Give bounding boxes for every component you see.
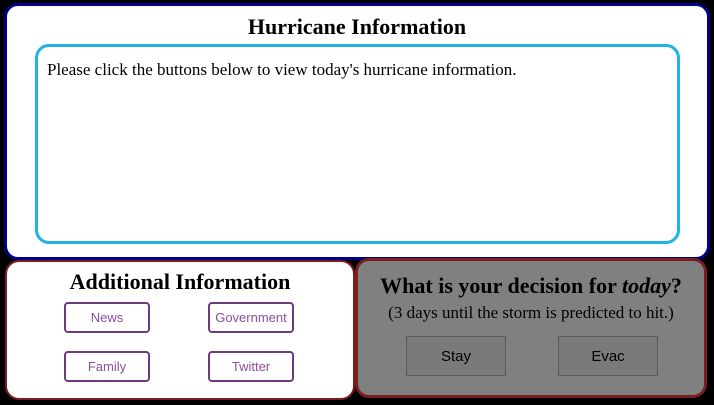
stay-button[interactable]: Stay (406, 336, 506, 376)
additional-info-panel: Additional Information News Government F… (5, 260, 355, 400)
decision-question-emphasis: today (621, 273, 671, 298)
decision-panel: What is your decision for today? (3 days… (355, 258, 707, 398)
government-button[interactable]: Government (208, 302, 294, 333)
decision-question-prefix: What is your decision for (380, 273, 622, 298)
twitter-button[interactable]: Twitter (208, 351, 294, 382)
additional-info-title: Additional Information (69, 269, 291, 294)
decision-question: What is your decision for today? (358, 273, 704, 299)
hurricane-info-box: Please click the buttons below to view t… (35, 44, 680, 244)
hurricane-info-panel: Hurricane Information Please click the b… (4, 3, 710, 260)
hurricane-info-title: Hurricane Information (247, 14, 467, 39)
decision-subtitle: (3 days until the storm is predicted to … (388, 303, 674, 322)
hurricane-info-message: Please click the buttons below to view t… (47, 60, 517, 79)
evac-button[interactable]: Evac (558, 336, 658, 376)
news-button[interactable]: News (64, 302, 150, 333)
family-button[interactable]: Family (64, 351, 150, 382)
decision-question-suffix: ? (670, 273, 682, 298)
